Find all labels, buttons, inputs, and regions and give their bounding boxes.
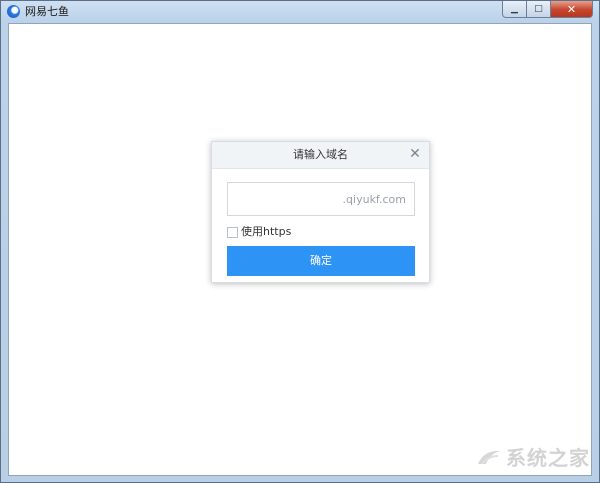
window-close-button[interactable]: ✕	[551, 1, 593, 18]
app-logo-icon	[7, 5, 20, 18]
watermark: 系统之家	[476, 442, 590, 471]
dialog-close-icon[interactable]: ✕	[407, 146, 423, 162]
dialog-header: 请输入域名 ✕	[212, 142, 429, 169]
confirm-button[interactable]: 确定	[227, 246, 415, 276]
window-title: 网易七鱼	[25, 5, 69, 18]
maximize-button[interactable]: □	[527, 1, 551, 18]
domain-dialog: 请输入域名 ✕ .qiyukf.com 使用https 确定	[211, 141, 430, 283]
window-controls: ▁ □ ✕	[502, 1, 593, 19]
dialog-title: 请输入域名	[293, 148, 348, 161]
title-bar[interactable]: 网易七鱼 ▁ □ ✕	[1, 1, 599, 23]
https-label: 使用https	[241, 225, 292, 238]
domain-input[interactable]: .qiyukf.com	[227, 182, 415, 216]
domain-suffix: .qiyukf.com	[342, 193, 406, 206]
minimize-button[interactable]: ▁	[502, 1, 527, 18]
https-option[interactable]: 使用https	[227, 225, 291, 239]
watermark-logo-icon	[478, 450, 500, 465]
https-checkbox[interactable]	[227, 226, 238, 238]
watermark-text: 系统之家	[506, 446, 590, 470]
